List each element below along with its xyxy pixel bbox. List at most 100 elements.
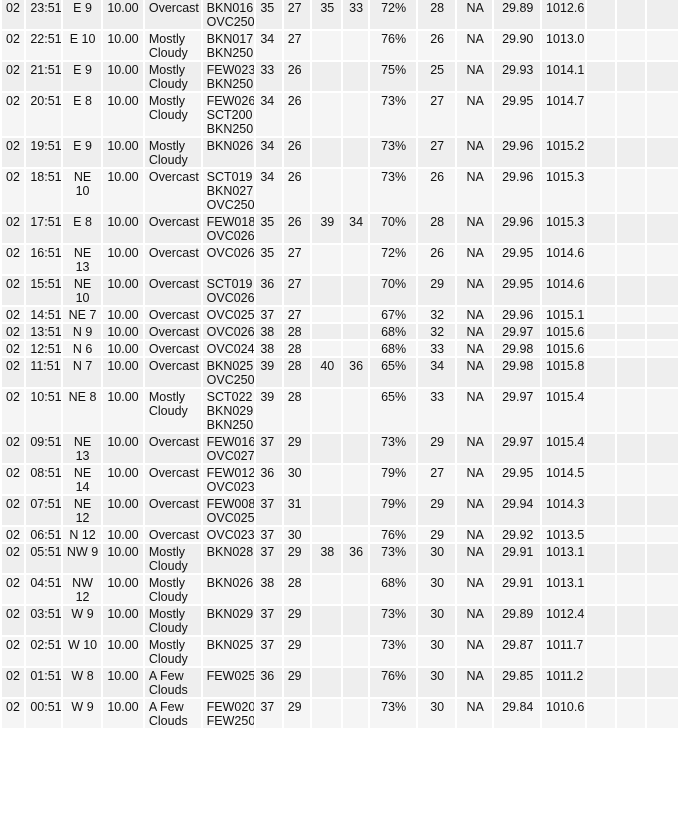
min-6hr-cell (343, 637, 368, 666)
sea-level-pressure-cell: 1014.1 (542, 62, 585, 91)
date-cell: 02 (2, 214, 25, 243)
time-cell: 00:51 (26, 699, 61, 728)
visibility-cell: 10.00 (103, 496, 143, 525)
max-6hr-cell: 38 (312, 544, 342, 573)
wind-cell: NE 10 (62, 169, 102, 212)
heat-index-cell: NA (456, 169, 493, 212)
sea-level-pressure-cell: 1015.6 (542, 324, 585, 339)
altimeter-cell: 29.91 (494, 544, 541, 573)
sky-conditions-cell: BKN025 (202, 637, 255, 666)
date-cell: 02 (2, 668, 25, 697)
date-cell: 02 (2, 341, 25, 356)
precip-3hr-cell (617, 138, 646, 167)
min-6hr-cell: 36 (343, 358, 368, 387)
max-6hr-cell (312, 668, 342, 697)
dewpoint-cell: 27 (283, 0, 311, 29)
wind-chill-cell: 26 (418, 31, 455, 60)
precip-3hr-cell (617, 434, 646, 463)
table-row: 02 01:51 W 8 10.00 A Few Clouds FEW025 36 29 76%… (2, 668, 678, 697)
precip-3hr-cell (617, 496, 646, 525)
wind-chill-cell: 27 (418, 465, 455, 494)
min-6hr-cell (343, 341, 368, 356)
heat-index-cell: NA (456, 324, 493, 339)
wind-chill-cell: 30 (418, 699, 455, 728)
air-temp-cell: 34 (256, 93, 282, 136)
visibility-cell: 10.00 (103, 62, 143, 91)
air-temp-cell: 35 (256, 245, 282, 274)
date-cell: 02 (2, 276, 25, 305)
dewpoint-cell: 28 (283, 358, 311, 387)
precip-1hr-cell (586, 465, 616, 494)
wind-cell: N 7 (62, 358, 102, 387)
precip-1hr-cell (586, 606, 616, 635)
precip-6hr-cell (647, 307, 678, 322)
sky-conditions-cell: FEW008 OVC025 (202, 496, 255, 525)
weather-cell: Mostly Cloudy (144, 389, 201, 432)
precip-3hr-cell (617, 324, 646, 339)
air-temp-cell: 38 (256, 575, 282, 604)
max-6hr-cell (312, 389, 342, 432)
sky-conditions-cell: BKN016 OVC250 (202, 0, 255, 29)
weather-cell: Overcast (144, 214, 201, 243)
sea-level-pressure-cell: 1014.6 (542, 245, 585, 274)
dewpoint-cell: 29 (283, 637, 311, 666)
precip-3hr-cell (617, 389, 646, 432)
precip-1hr-cell (586, 0, 616, 29)
sky-conditions-cell: BKN025 OVC250 (202, 358, 255, 387)
precip-6hr-cell (647, 31, 678, 60)
date-cell: 02 (2, 138, 25, 167)
air-temp-cell: 35 (256, 214, 282, 243)
wind-cell: NE 13 (62, 245, 102, 274)
precip-1hr-cell (586, 324, 616, 339)
time-cell: 23:51 (26, 0, 61, 29)
wind-cell: E 9 (62, 0, 102, 29)
humidity-cell: 75% (369, 62, 417, 91)
table-row: 02 23:51 E 9 10.00 Overcast BKN016 OVC250 35 27… (2, 0, 678, 29)
sky-conditions-cell: BKN026 (202, 575, 255, 604)
sea-level-pressure-cell: 1014.7 (542, 93, 585, 136)
time-cell: 15:51 (26, 276, 61, 305)
time-cell: 11:51 (26, 358, 61, 387)
date-cell: 02 (2, 575, 25, 604)
air-temp-cell: 36 (256, 276, 282, 305)
humidity-cell: 68% (369, 324, 417, 339)
date-cell: 02 (2, 699, 25, 728)
wind-chill-cell: 28 (418, 0, 455, 29)
max-6hr-cell (312, 169, 342, 212)
weather-cell: Overcast (144, 496, 201, 525)
humidity-cell: 68% (369, 575, 417, 604)
precip-6hr-cell (647, 637, 678, 666)
min-6hr-cell (343, 62, 368, 91)
humidity-cell: 79% (369, 496, 417, 525)
date-cell: 02 (2, 496, 25, 525)
sky-conditions-cell: FEW023 BKN250 (202, 62, 255, 91)
visibility-cell: 10.00 (103, 668, 143, 697)
humidity-cell: 79% (369, 465, 417, 494)
precip-6hr-cell (647, 668, 678, 697)
date-cell: 02 (2, 389, 25, 432)
weather-cell: Overcast (144, 465, 201, 494)
visibility-cell: 10.00 (103, 465, 143, 494)
wind-chill-cell: 28 (418, 214, 455, 243)
dewpoint-cell: 26 (283, 93, 311, 136)
weather-cell: Mostly Cloudy (144, 138, 201, 167)
altimeter-cell: 29.96 (494, 169, 541, 212)
dewpoint-cell: 28 (283, 575, 311, 604)
air-temp-cell: 37 (256, 699, 282, 728)
max-6hr-cell (312, 276, 342, 305)
precip-1hr-cell (586, 62, 616, 91)
heat-index-cell: NA (456, 62, 493, 91)
max-6hr-cell (312, 699, 342, 728)
altimeter-cell: 29.97 (494, 324, 541, 339)
precip-3hr-cell (617, 31, 646, 60)
weather-cell: Overcast (144, 245, 201, 274)
wind-chill-cell: 29 (418, 527, 455, 542)
dewpoint-cell: 26 (283, 169, 311, 212)
humidity-cell: 72% (369, 245, 417, 274)
wind-cell: N 9 (62, 324, 102, 339)
sea-level-pressure-cell: 1015.2 (542, 138, 585, 167)
wind-chill-cell: 26 (418, 245, 455, 274)
dewpoint-cell: 27 (283, 31, 311, 60)
sea-level-pressure-cell: 1015.1 (542, 307, 585, 322)
sky-conditions-cell: SCT022 BKN029 BKN250 (202, 389, 255, 432)
